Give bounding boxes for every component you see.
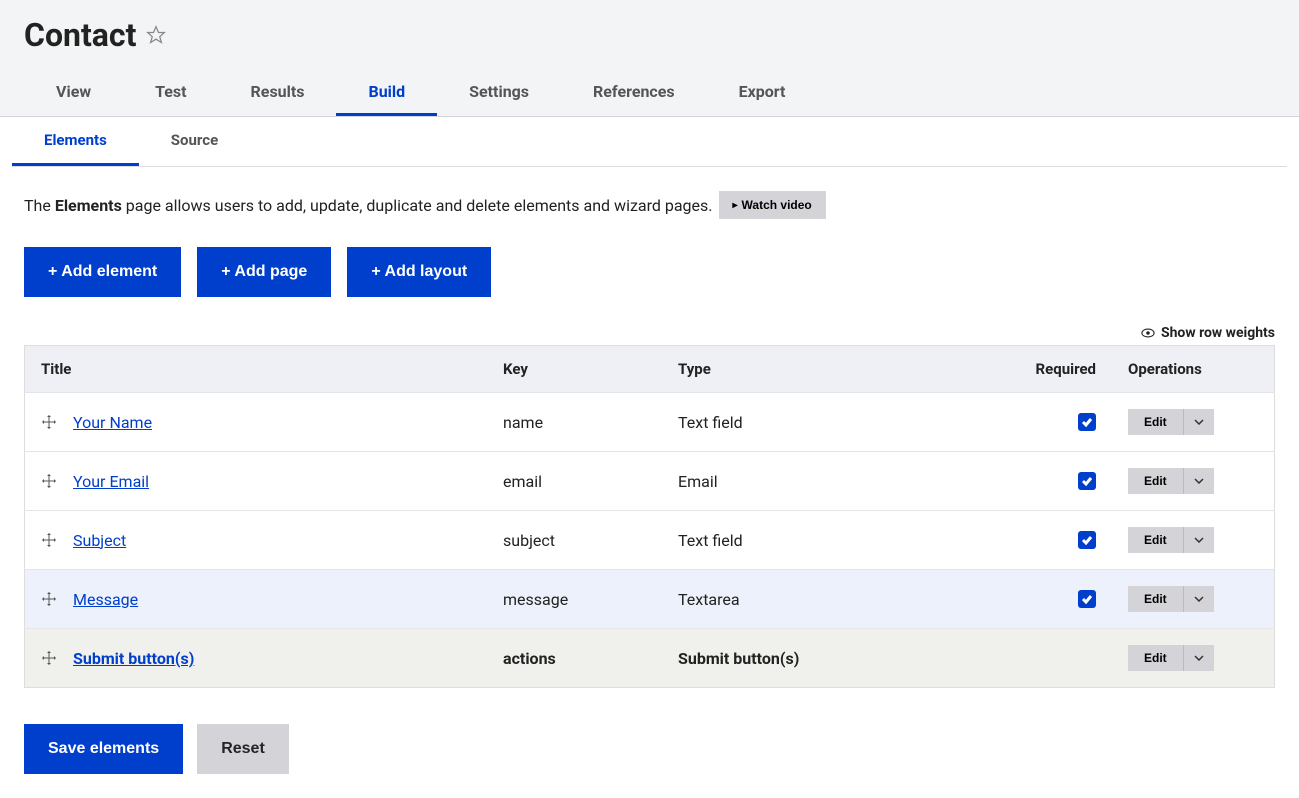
page-title: Contact bbox=[24, 16, 136, 54]
chevron-down-icon bbox=[1194, 419, 1204, 425]
element-title-link[interactable]: Submit button(s) bbox=[73, 649, 194, 668]
show-row-weights-label: Show row weights bbox=[1161, 325, 1275, 341]
drag-icon[interactable] bbox=[41, 473, 57, 489]
required-checkbox[interactable] bbox=[1078, 590, 1096, 608]
primary-tab-export[interactable]: Export bbox=[707, 70, 818, 116]
drag-icon[interactable] bbox=[41, 414, 57, 430]
secondary-tab-elements[interactable]: Elements bbox=[12, 117, 139, 166]
table-row: Your Email emailEmail Edit bbox=[25, 452, 1275, 511]
element-type: Textarea bbox=[662, 570, 987, 629]
dropbutton-toggle[interactable] bbox=[1184, 468, 1214, 494]
element-title-link[interactable]: Your Email bbox=[73, 472, 149, 491]
element-key: actions bbox=[487, 629, 662, 688]
table-row: Subject subjectText field Edit bbox=[25, 511, 1275, 570]
chevron-down-icon bbox=[1194, 478, 1204, 484]
primary-tab-settings[interactable]: Settings bbox=[437, 70, 561, 116]
edit-button[interactable]: Edit bbox=[1128, 645, 1184, 671]
primary-tabs: ViewTestResultsBuildSettingsReferencesEx… bbox=[24, 70, 1275, 116]
add-layout-button[interactable]: + Add layout bbox=[347, 247, 491, 297]
eye-icon bbox=[1141, 328, 1155, 338]
col-key: Key bbox=[487, 346, 662, 393]
dropbutton-toggle[interactable] bbox=[1184, 645, 1214, 671]
element-title-link[interactable]: Your Name bbox=[73, 413, 152, 432]
dropbutton-toggle[interactable] bbox=[1184, 586, 1214, 612]
edit-button[interactable]: Edit bbox=[1128, 409, 1184, 435]
star-icon[interactable] bbox=[146, 25, 166, 45]
save-elements-button[interactable]: Save elements bbox=[24, 724, 183, 774]
secondary-tabs: ElementsSource bbox=[12, 117, 1287, 167]
required-checkbox[interactable] bbox=[1078, 531, 1096, 549]
col-operations: Operations bbox=[1112, 346, 1275, 393]
col-required: Required bbox=[987, 346, 1112, 393]
chevron-down-icon bbox=[1194, 596, 1204, 602]
edit-button[interactable]: Edit bbox=[1128, 586, 1184, 612]
element-key: subject bbox=[487, 511, 662, 570]
element-title-link[interactable]: Subject bbox=[73, 531, 126, 550]
element-type: Text field bbox=[662, 511, 987, 570]
edit-button[interactable]: Edit bbox=[1128, 527, 1184, 553]
element-type: Email bbox=[662, 452, 987, 511]
element-type: Text field bbox=[662, 393, 987, 452]
element-key: email bbox=[487, 452, 662, 511]
primary-tab-view[interactable]: View bbox=[24, 70, 123, 116]
primary-tab-test[interactable]: Test bbox=[123, 70, 218, 116]
col-type: Type bbox=[662, 346, 987, 393]
description-row: The Elements page allows users to add, u… bbox=[24, 191, 1275, 219]
primary-tab-references[interactable]: References bbox=[561, 70, 707, 116]
element-key: message bbox=[487, 570, 662, 629]
show-row-weights-toggle[interactable]: Show row weights bbox=[24, 325, 1275, 341]
table-row: Your Name nameText field Edit bbox=[25, 393, 1275, 452]
primary-tab-build[interactable]: Build bbox=[336, 70, 437, 116]
secondary-tab-source[interactable]: Source bbox=[139, 117, 250, 166]
chevron-down-icon bbox=[1194, 655, 1204, 661]
add-page-button[interactable]: + Add page bbox=[197, 247, 331, 297]
dropbutton-toggle[interactable] bbox=[1184, 527, 1214, 553]
elements-table: Title Key Type Required Operations Your … bbox=[24, 345, 1275, 688]
description-prefix: The bbox=[24, 196, 55, 215]
element-type: Submit button(s) bbox=[662, 629, 987, 688]
edit-button[interactable]: Edit bbox=[1128, 468, 1184, 494]
dropbutton-toggle[interactable] bbox=[1184, 409, 1214, 435]
chevron-down-icon bbox=[1194, 537, 1204, 543]
primary-tab-results[interactable]: Results bbox=[219, 70, 337, 116]
table-row: Submit button(s)actionsSubmit button(s)E… bbox=[25, 629, 1275, 688]
element-key: name bbox=[487, 393, 662, 452]
drag-icon[interactable] bbox=[41, 532, 57, 548]
table-row: Message messageTextarea Edit bbox=[25, 570, 1275, 629]
drag-icon[interactable] bbox=[41, 591, 57, 607]
reset-button[interactable]: Reset bbox=[197, 724, 289, 774]
description-suffix: page allows users to add, update, duplic… bbox=[122, 196, 713, 215]
drag-icon[interactable] bbox=[41, 650, 57, 666]
description-bold: Elements bbox=[55, 196, 122, 215]
add-element-button[interactable]: + Add element bbox=[24, 247, 181, 297]
col-title: Title bbox=[25, 346, 488, 393]
watch-video-button[interactable]: Watch video bbox=[719, 191, 826, 219]
required-checkbox[interactable] bbox=[1078, 413, 1096, 431]
element-title-link[interactable]: Message bbox=[73, 590, 138, 609]
required-checkbox[interactable] bbox=[1078, 472, 1096, 490]
